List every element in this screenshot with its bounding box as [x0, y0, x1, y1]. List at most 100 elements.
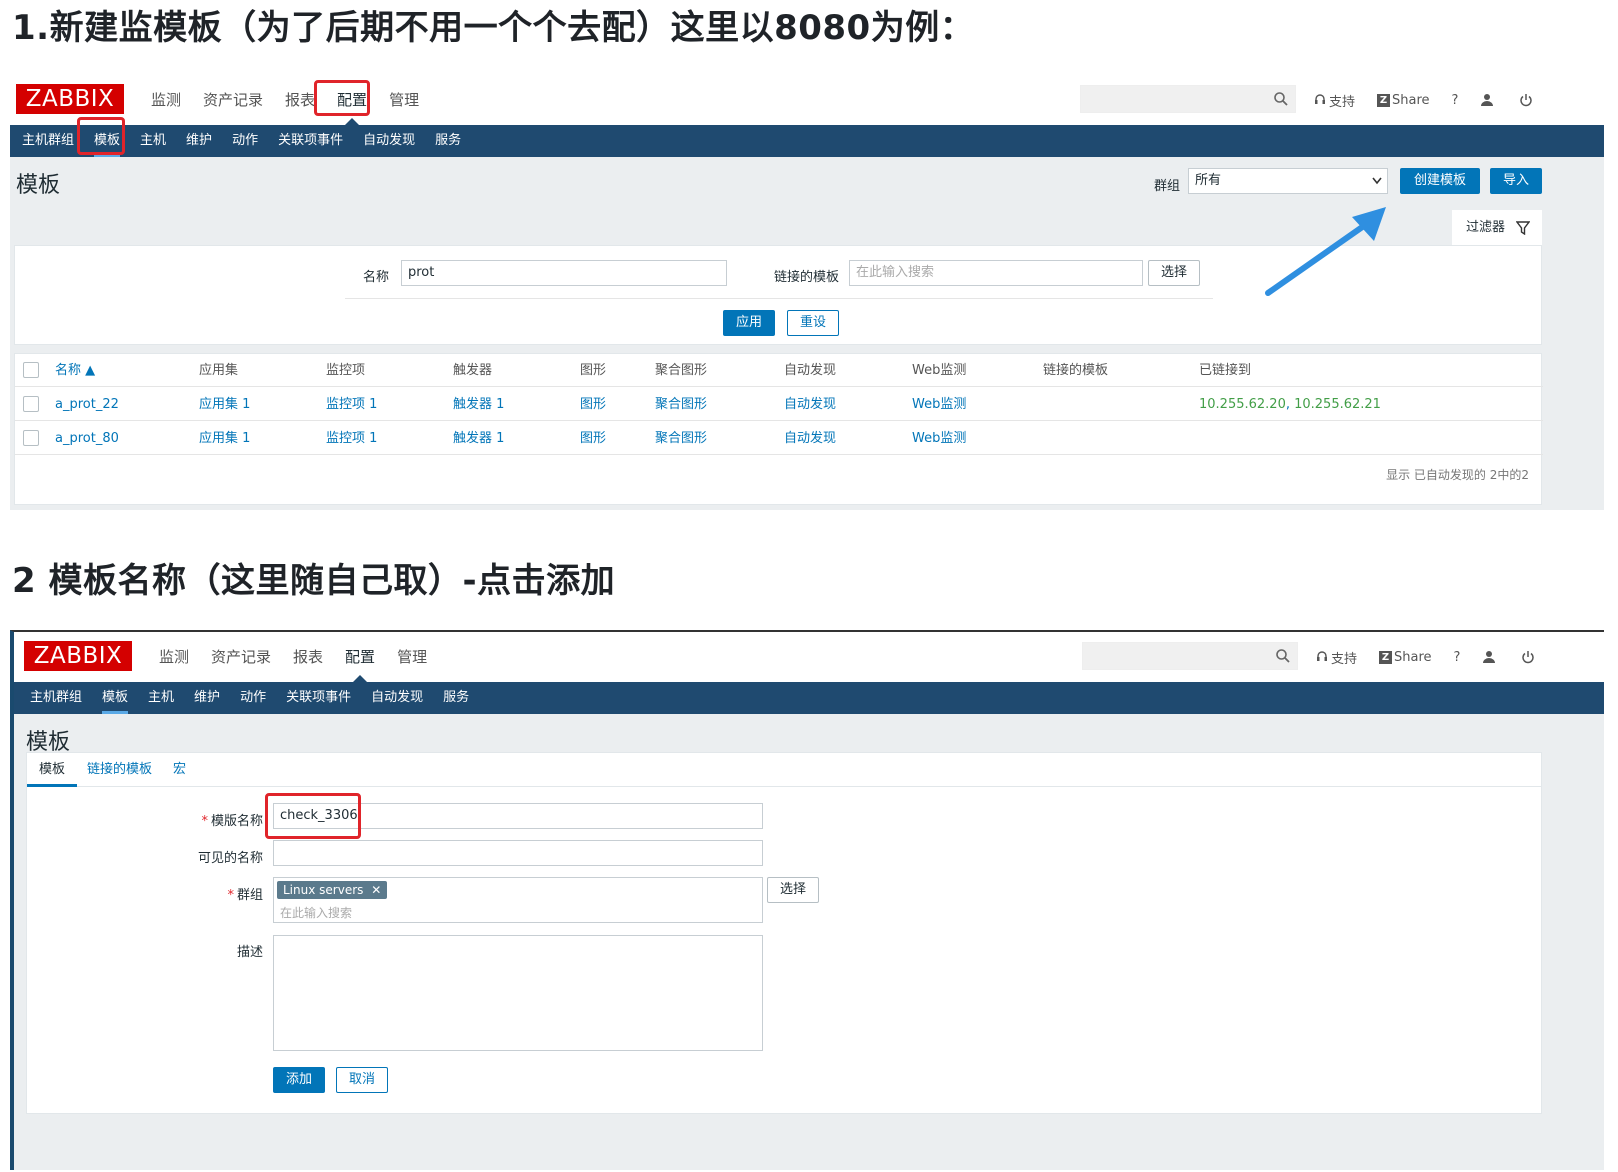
add-button[interactable]: 添加 [273, 1067, 325, 1093]
menu-administration[interactable]: 管理 [378, 75, 430, 125]
filter-select-button[interactable]: 选择 [1148, 260, 1200, 286]
submenu-hosts[interactable]: 主机 [130, 125, 176, 157]
applications-link[interactable]: 应用集 1 [199, 388, 250, 421]
linked-host-link[interactable]: 10.255.62.21 [1294, 397, 1381, 412]
share-label: Share [1392, 92, 1430, 108]
menu-configuration[interactable]: 配置 [334, 632, 386, 682]
group-select[interactable]: 所有 [1188, 168, 1388, 194]
web-link[interactable]: Web监测 [912, 388, 966, 421]
menu-inventory[interactable]: 资产记录 [200, 632, 282, 682]
tab-template[interactable]: 模板 [26, 753, 78, 787]
row-checkbox[interactable] [23, 430, 39, 446]
menu-inventory[interactable]: 资产记录 [192, 75, 274, 125]
import-button[interactable]: 导入 [1490, 168, 1542, 194]
submenu-discovery[interactable]: 自动发现 [361, 682, 433, 714]
global-search-input[interactable] [1082, 642, 1298, 670]
web-link[interactable]: Web监测 [912, 422, 966, 455]
support-link[interactable]: 支持 [1314, 91, 1355, 110]
create-template-button[interactable]: 创建模板 [1400, 168, 1480, 194]
discovery-link[interactable]: 自动发现 [784, 388, 836, 421]
screens-link[interactable]: 聚合图形 [655, 422, 707, 455]
search-icon[interactable] [1273, 91, 1289, 107]
filter-tab[interactable]: 过滤器 [1452, 210, 1542, 246]
screens-link[interactable]: 聚合图形 [655, 388, 707, 421]
visible-name-input[interactable] [273, 840, 763, 866]
share-icon: Z [1379, 650, 1393, 664]
support-link[interactable]: 支持 [1316, 648, 1357, 667]
screenshot-template-form: ZABBIX 监测 资产记录 报表 配置 管理 支持 Z Share ? 主机群… [10, 630, 1604, 1170]
top-links: 支持 Z Share ? [1316, 632, 1560, 682]
triggers-link[interactable]: 触发器 1 [453, 422, 504, 455]
linked-host-link[interactable]: 10.255.62.20 [1199, 397, 1286, 412]
filter-reset-button[interactable]: 重设 [787, 310, 839, 336]
highlight-template-name [265, 793, 361, 839]
filter-linked-templates-input[interactable]: 在此输入搜索 [849, 260, 1143, 286]
required-marker: * [227, 888, 234, 903]
submenu-maintenance[interactable]: 维护 [176, 125, 222, 157]
submenu-services[interactable]: 服务 [425, 125, 471, 157]
top-links: 支持 Z Share ? [1314, 75, 1558, 125]
highlight-configuration [314, 80, 370, 116]
search-icon[interactable] [1275, 648, 1291, 664]
items-link[interactable]: 监控项 1 [326, 388, 377, 421]
items-link[interactable]: 监控项 1 [326, 422, 377, 455]
menu-monitoring[interactable]: 监测 [140, 75, 192, 125]
template-name-link[interactable]: a_prot_80 [55, 422, 119, 455]
remove-tag-icon[interactable]: ✕ [371, 883, 381, 897]
applications-link[interactable]: 应用集 1 [199, 422, 250, 455]
groups-search-placeholder: 在此输入搜索 [280, 906, 353, 920]
submenu-maintenance[interactable]: 维护 [184, 682, 230, 714]
table-header: 名称 ▲ 应用集 监控项 触发器 图形 聚合图形 自动发现 Web监测 链接的模… [15, 354, 1543, 387]
tab-macros[interactable]: 宏 [173, 753, 186, 787]
submenu-hosts[interactable]: 主机 [138, 682, 184, 714]
submenu-discovery[interactable]: 自动发现 [353, 125, 425, 157]
submenu-host-groups[interactable]: 主机群组 [20, 682, 92, 714]
filter-name-input[interactable]: prot [401, 260, 727, 286]
user-profile-link[interactable] [1482, 650, 1499, 664]
submenu-event-correlation[interactable]: 关联项事件 [276, 682, 361, 714]
zabbix-logo: ZABBIX [24, 641, 132, 671]
group-label: 群组 [1153, 179, 1180, 194]
submenu-actions[interactable]: 动作 [222, 125, 268, 157]
menu-reports[interactable]: 报表 [282, 632, 334, 682]
filter-apply-button[interactable]: 应用 [723, 310, 775, 336]
discovery-link[interactable]: 自动发现 [784, 422, 836, 455]
col-name[interactable]: 名称 ▲ [55, 354, 95, 387]
share-label: Share [1394, 649, 1432, 665]
templates-table: 名称 ▲ 应用集 监控项 触发器 图形 聚合图形 自动发现 Web监测 链接的模… [14, 353, 1543, 505]
submenu-templates[interactable]: 模板 [92, 682, 138, 714]
graphs-link[interactable]: 图形 [580, 388, 606, 421]
row-checkbox[interactable] [23, 396, 39, 412]
submenu-services[interactable]: 服务 [433, 682, 479, 714]
menu-monitoring[interactable]: 监测 [148, 632, 200, 682]
user-profile-link[interactable] [1480, 93, 1497, 107]
share-link[interactable]: Z Share [1379, 650, 1432, 665]
cancel-button[interactable]: 取消 [336, 1067, 388, 1093]
signout-link[interactable] [1521, 650, 1538, 664]
tab-linked-templates[interactable]: 链接的模板 [87, 753, 152, 787]
graphs-link[interactable]: 图形 [580, 422, 606, 455]
help-link[interactable]: ? [1452, 93, 1459, 108]
share-link[interactable]: Z Share [1377, 93, 1430, 108]
submenu-host-groups[interactable]: 主机群组 [12, 125, 84, 157]
support-label: 支持 [1331, 651, 1358, 667]
power-icon [1522, 651, 1535, 664]
submenu-actions[interactable]: 动作 [230, 682, 276, 714]
menu-administration[interactable]: 管理 [386, 632, 438, 682]
submenu-event-correlation[interactable]: 关联项事件 [268, 125, 353, 157]
triggers-link[interactable]: 触发器 1 [453, 388, 504, 421]
description-textarea[interactable] [273, 935, 763, 1051]
group-select-value: 所有 [1195, 173, 1222, 188]
select-all-checkbox[interactable] [23, 362, 39, 378]
groups-select-button[interactable]: 选择 [767, 877, 819, 903]
signout-link[interactable] [1519, 93, 1536, 107]
groups-multiselect[interactable]: Linux servers ✕ 在此输入搜索 [273, 877, 763, 923]
top-bar: ZABBIX 监测 资产记录 报表 配置 管理 支持 Z Share ? [10, 75, 1604, 125]
top-bar: ZABBIX 监测 资产记录 报表 配置 管理 支持 Z Share ? [14, 632, 1604, 682]
share-icon: Z [1377, 93, 1391, 107]
help-link[interactable]: ? [1454, 650, 1461, 665]
col-web: Web监测 [912, 363, 967, 378]
template-name-link[interactable]: a_prot_22 [55, 388, 119, 421]
col-graphs: 图形 [580, 363, 607, 378]
global-search-input[interactable] [1080, 85, 1296, 113]
